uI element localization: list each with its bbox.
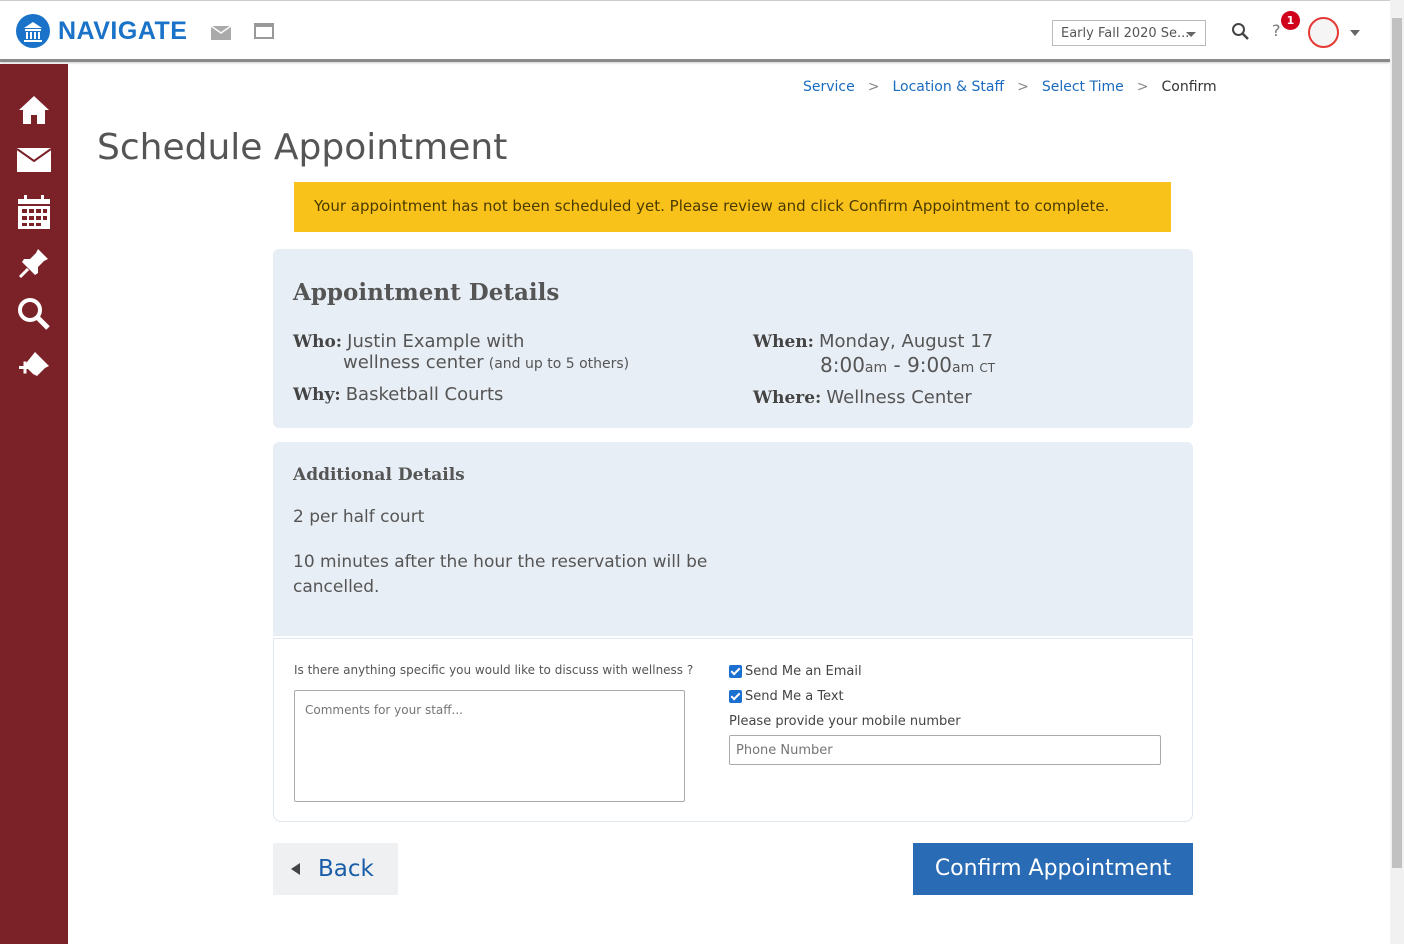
where-value: Wellness Center xyxy=(826,387,972,408)
details-title: Appointment Details xyxy=(293,279,560,306)
appointment-details-panel: Appointment Details Who: Justin Example … xyxy=(273,249,1193,428)
send-text-checkbox[interactable] xyxy=(729,690,742,703)
send-email-option[interactable]: Send Me an Email xyxy=(729,664,862,679)
where-row: Where: Wellness Center xyxy=(753,387,972,408)
chevron-down-icon xyxy=(1186,32,1196,37)
avatar[interactable] xyxy=(1308,17,1339,48)
chevron-down-icon[interactable] xyxy=(1350,30,1360,36)
breadcrumb-separator: > xyxy=(1017,79,1029,95)
notification-badge[interactable]: 1 xyxy=(1281,11,1300,30)
when-label: When: xyxy=(753,332,814,352)
warning-alert: Your appointment has not been scheduled … xyxy=(294,182,1171,232)
scrollbar-thumb[interactable] xyxy=(1392,18,1402,868)
additional-line-2: 10 minutes after the hour the reservatio… xyxy=(293,552,708,597)
why-row: Why: Basketball Courts xyxy=(293,384,503,405)
phone-number-input[interactable] xyxy=(729,735,1161,765)
comments-input[interactable] xyxy=(294,690,685,802)
when-time: 8:00am - 9:00am CT xyxy=(820,353,995,377)
when-start-suffix: am xyxy=(864,360,888,376)
breadcrumb-separator: > xyxy=(867,79,880,95)
add-pin-icon[interactable] xyxy=(16,347,52,383)
breadcrumb-select-time[interactable]: Select Time xyxy=(1042,79,1124,95)
additional-details-panel: Additional Details 2 per half court 10 m… xyxy=(273,442,1193,636)
mobile-number-label: Please provide your mobile number xyxy=(729,714,961,729)
calendar-icon[interactable] xyxy=(16,194,52,230)
sidebar xyxy=(0,64,68,944)
when-start: 8:00 xyxy=(820,353,865,377)
who-row: Who: Justin Example with xyxy=(293,331,524,352)
back-arrow-icon xyxy=(291,863,300,875)
where-label: Where: xyxy=(753,388,822,408)
confirm-appointment-button[interactable]: Confirm Appointment xyxy=(913,843,1193,895)
discussion-question: Is there anything specific you would lik… xyxy=(294,663,694,677)
breadcrumb-service[interactable]: Service xyxy=(803,79,855,95)
appointment-form: Is there anything specific you would lik… xyxy=(273,638,1193,822)
home-icon[interactable] xyxy=(16,92,52,128)
term-select[interactable]: Early Fall 2020 Se... xyxy=(1052,20,1206,46)
search-icon[interactable] xyxy=(16,296,52,332)
page-title: Schedule Appointment xyxy=(97,127,508,168)
brand-name: NAVIGATE xyxy=(58,16,188,45)
when-row: When: Monday, August 17 xyxy=(753,331,993,352)
send-email-label[interactable]: Send Me an Email xyxy=(745,664,862,679)
who-label: Who: xyxy=(293,332,343,352)
who-note: (and up to 5 others) xyxy=(488,356,630,372)
search-icon[interactable] xyxy=(1231,22,1251,46)
when-timezone: CT xyxy=(979,361,996,375)
window-icon[interactable] xyxy=(254,23,274,39)
breadcrumb-separator: > xyxy=(1136,79,1149,95)
send-email-checkbox[interactable] xyxy=(729,665,742,678)
pin-icon[interactable] xyxy=(16,245,52,281)
page-scrollbar[interactable] xyxy=(1390,0,1404,944)
top-bar: NAVIGATE Early Fall 2020 Se... ? 1 xyxy=(0,0,1390,62)
when-dash: - xyxy=(887,353,908,377)
back-button-label: Back xyxy=(318,856,374,882)
additional-line-1: 2 per half court xyxy=(293,507,425,527)
who-row-2: wellness center (and up to 5 others) xyxy=(343,352,629,373)
institution-icon xyxy=(16,14,50,48)
who-value-2: wellness center xyxy=(343,352,484,373)
send-text-option[interactable]: Send Me a Text xyxy=(729,689,844,704)
help-icon[interactable]: ? xyxy=(1272,21,1281,40)
why-label: Why: xyxy=(293,385,341,405)
breadcrumb: Service > Location & Staff > Select Time… xyxy=(803,79,1217,95)
who-value: Justin Example with xyxy=(347,331,525,352)
navigate-logo[interactable]: NAVIGATE xyxy=(16,14,187,48)
term-select-value: Early Fall 2020 Se... xyxy=(1061,26,1190,41)
when-date: Monday, August 17 xyxy=(819,331,994,352)
when-end: 9:00 xyxy=(907,353,952,377)
send-text-label[interactable]: Send Me a Text xyxy=(745,689,844,704)
additional-title: Additional Details xyxy=(293,465,465,485)
breadcrumb-location-staff[interactable]: Location & Staff xyxy=(892,79,1004,95)
breadcrumb-current: Confirm xyxy=(1161,79,1217,95)
mail-icon[interactable] xyxy=(210,25,232,44)
why-value: Basketball Courts xyxy=(345,384,504,405)
mail-icon[interactable] xyxy=(16,143,52,179)
when-end-suffix: am xyxy=(952,360,975,376)
back-button[interactable]: Back xyxy=(273,843,398,895)
